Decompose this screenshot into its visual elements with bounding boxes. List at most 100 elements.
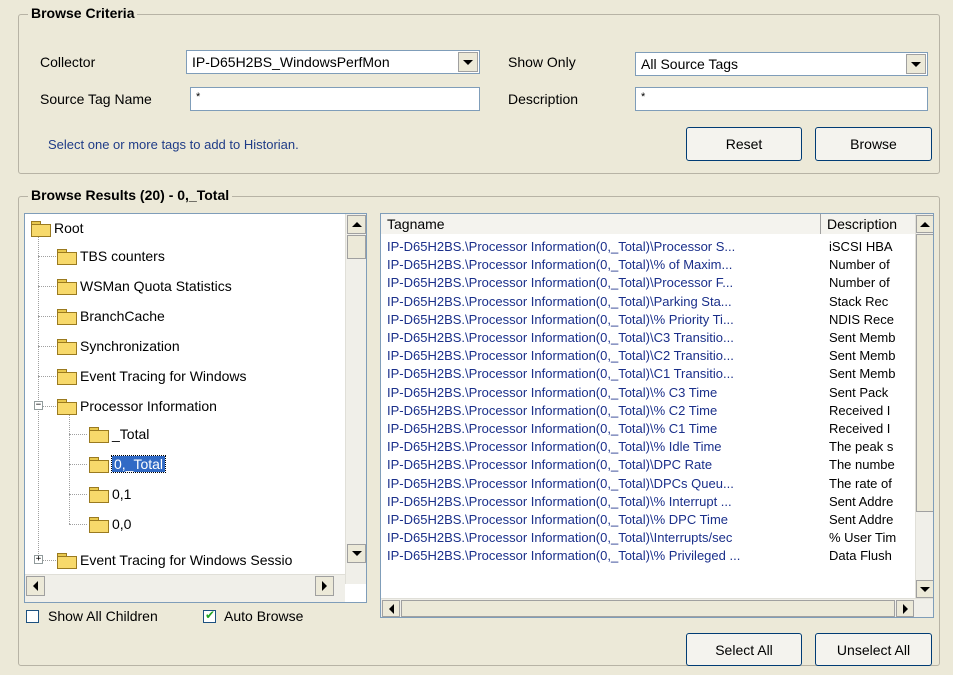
tree-guide-line: [43, 560, 56, 561]
tree-node-event-tracing-sessions[interactable]: Event Tracing for Windows Sessio: [57, 549, 292, 571]
tagname-cell: IP-D65H2BS.\Processor Information(0,_Tot…: [387, 330, 734, 345]
tree-node-0-1[interactable]: 0,1: [89, 483, 131, 505]
table-row[interactable]: IP-D65H2BS.\Processor Information(0,_Tot…: [381, 529, 915, 547]
arrow-down-icon: [920, 586, 930, 592]
folder-icon: [57, 399, 77, 415]
collector-dropdown-button[interactable]: [458, 52, 478, 72]
folder-icon: [89, 517, 109, 533]
table-row[interactable]: IP-D65H2BS.\Processor Information(0,_Tot…: [381, 347, 915, 365]
table-row[interactable]: IP-D65H2BS.\Processor Information(0,_Tot…: [381, 293, 915, 311]
list-vertical-scrollbar[interactable]: [915, 214, 933, 599]
tree-node-label: 0,0: [112, 516, 132, 532]
tagname-cell: IP-D65H2BS.\Processor Information(0,_Tot…: [387, 239, 736, 254]
show-only-select[interactable]: All Source Tags: [635, 52, 928, 76]
table-row[interactable]: IP-D65H2BS.\Processor Information(0,_Tot…: [381, 274, 915, 292]
scroll-up-button[interactable]: [347, 215, 366, 234]
tree-node-root[interactable]: Root: [31, 217, 84, 239]
tree-guide-line: [38, 234, 39, 560]
show-all-children-label: Show All Children: [48, 608, 158, 624]
table-row[interactable]: IP-D65H2BS.\Processor Information(0,_Tot…: [381, 402, 915, 420]
table-row[interactable]: IP-D65H2BS.\Processor Information(0,_Tot…: [381, 329, 915, 347]
hint-text: Select one or more tags to add to Histor…: [48, 137, 299, 152]
collapse-icon[interactable]: −: [34, 401, 43, 410]
tree-guide-line: [69, 494, 87, 495]
table-row[interactable]: IP-D65H2BS.\Processor Information(0,_Tot…: [381, 420, 915, 438]
tree-node-synchronization[interactable]: Synchronization: [57, 335, 180, 357]
collector-select[interactable]: IP-D65H2BS_WindowsPerfMon: [186, 50, 480, 74]
auto-browse-checkbox[interactable]: [203, 608, 216, 623]
tree-node-processor-information[interactable]: Processor Information: [57, 395, 217, 417]
browse-button[interactable]: Browse: [815, 127, 932, 161]
source-tag-name-value: *: [196, 91, 201, 103]
scroll-down-button[interactable]: [916, 580, 933, 598]
folder-icon: [89, 427, 109, 443]
scroll-right-button[interactable]: [315, 576, 334, 596]
table-row[interactable]: IP-D65H2BS.\Processor Information(0,_Tot…: [381, 438, 915, 456]
show-all-children-checkbox[interactable]: [26, 610, 39, 623]
expand-icon[interactable]: +: [34, 555, 43, 564]
tree-node-tbs-counters[interactable]: TBS counters: [57, 245, 165, 267]
scroll-thumb[interactable]: [916, 234, 933, 512]
chevron-down-icon: [463, 59, 473, 65]
tree-horizontal-scrollbar[interactable]: [25, 574, 345, 602]
folder-icon: [89, 487, 109, 503]
table-row[interactable]: IP-D65H2BS.\Processor Information(0,_Tot…: [381, 475, 915, 493]
table-row[interactable]: IP-D65H2BS.\Processor Information(0,_Tot…: [381, 384, 915, 402]
arrow-left-icon: [388, 603, 394, 614]
folder-icon: [57, 249, 77, 265]
tree-node-total[interactable]: _Total: [89, 423, 149, 445]
category-tree[interactable]: Root TBS counters WSMan Quota Statistics…: [24, 213, 367, 603]
show-only-label: Show Only: [508, 54, 576, 70]
folder-icon: [57, 369, 77, 385]
folder-icon: [57, 309, 77, 325]
browse-results-title: Browse Results (20) - 0,_Total: [28, 187, 233, 203]
tree-node-label: TBS counters: [80, 248, 165, 264]
tree-node-0-0[interactable]: 0,0: [89, 513, 131, 535]
arrow-up-icon: [920, 221, 930, 227]
table-row[interactable]: IP-D65H2BS.\Processor Information(0,_Tot…: [381, 365, 915, 383]
scroll-left-button[interactable]: [382, 600, 400, 617]
tagname-cell: IP-D65H2BS.\Processor Information(0,_Tot…: [387, 475, 734, 491]
tree-node-branchcache[interactable]: BranchCache: [57, 305, 165, 327]
scroll-left-button[interactable]: [26, 576, 45, 596]
tagname-cell: IP-D65H2BS.\Processor Information(0,_Tot…: [387, 493, 732, 509]
column-header-description[interactable]: Description: [821, 214, 917, 234]
scroll-thumb[interactable]: [347, 235, 366, 259]
scroll-thumb[interactable]: [401, 600, 895, 617]
tree-node-event-tracing[interactable]: Event Tracing for Windows: [57, 365, 247, 387]
tree-vertical-scrollbar[interactable]: [345, 214, 366, 584]
table-row[interactable]: IP-D65H2BS.\Processor Information(0,_Tot…: [381, 547, 915, 565]
tree-guide-line: [69, 464, 87, 465]
scroll-down-button[interactable]: [347, 544, 366, 563]
table-row[interactable]: IP-D65H2BS.\Processor Information(0,_Tot…: [381, 238, 915, 256]
folder-icon: [31, 221, 51, 237]
list-horizontal-scrollbar[interactable]: [381, 598, 933, 617]
table-row[interactable]: IP-D65H2BS.\Processor Information(0,_Tot…: [381, 311, 915, 329]
arrow-up-icon: [351, 222, 362, 227]
tagname-cell: IP-D65H2BS.\Processor Information(0,_Tot…: [387, 257, 733, 273]
arrow-left-icon: [33, 581, 38, 591]
table-row[interactable]: IP-D65H2BS.\Processor Information(0,_Tot…: [381, 256, 915, 274]
column-header-tagname[interactable]: Tagname: [381, 214, 821, 234]
table-row[interactable]: IP-D65H2BS.\Processor Information(0,_Tot…: [381, 456, 915, 474]
description-input[interactable]: *: [635, 87, 928, 111]
tag-results-list[interactable]: Tagname Description IP-D65H2BS.\Processo…: [380, 213, 934, 618]
tree-node-0-total[interactable]: 0,_Total: [89, 453, 167, 475]
table-row[interactable]: IP-D65H2BS.\Processor Information(0,_Tot…: [381, 511, 915, 529]
scroll-up-button[interactable]: [916, 215, 933, 233]
show-only-dropdown-button[interactable]: [906, 54, 926, 74]
tree-node-label: Processor Information: [80, 398, 217, 414]
folder-icon: [57, 553, 77, 569]
tree-node-wsman-quota[interactable]: WSMan Quota Statistics: [57, 275, 232, 297]
tree-guide-line: [38, 256, 56, 257]
tree-guide-line: [69, 414, 70, 524]
tagname-cell: IP-D65H2BS.\Processor Information(0,_Tot…: [387, 293, 732, 309]
table-row[interactable]: IP-D65H2BS.\Processor Information(0,_Tot…: [381, 493, 915, 511]
source-tag-name-input[interactable]: *: [190, 87, 480, 111]
select-all-button[interactable]: Select All: [686, 633, 802, 666]
list-header: Tagname Description: [381, 214, 933, 234]
scroll-right-button[interactable]: [896, 600, 914, 617]
tree-node-label-selected: 0,_Total: [110, 455, 167, 473]
unselect-all-button[interactable]: Unselect All: [815, 633, 932, 666]
reset-button[interactable]: Reset: [686, 127, 802, 161]
